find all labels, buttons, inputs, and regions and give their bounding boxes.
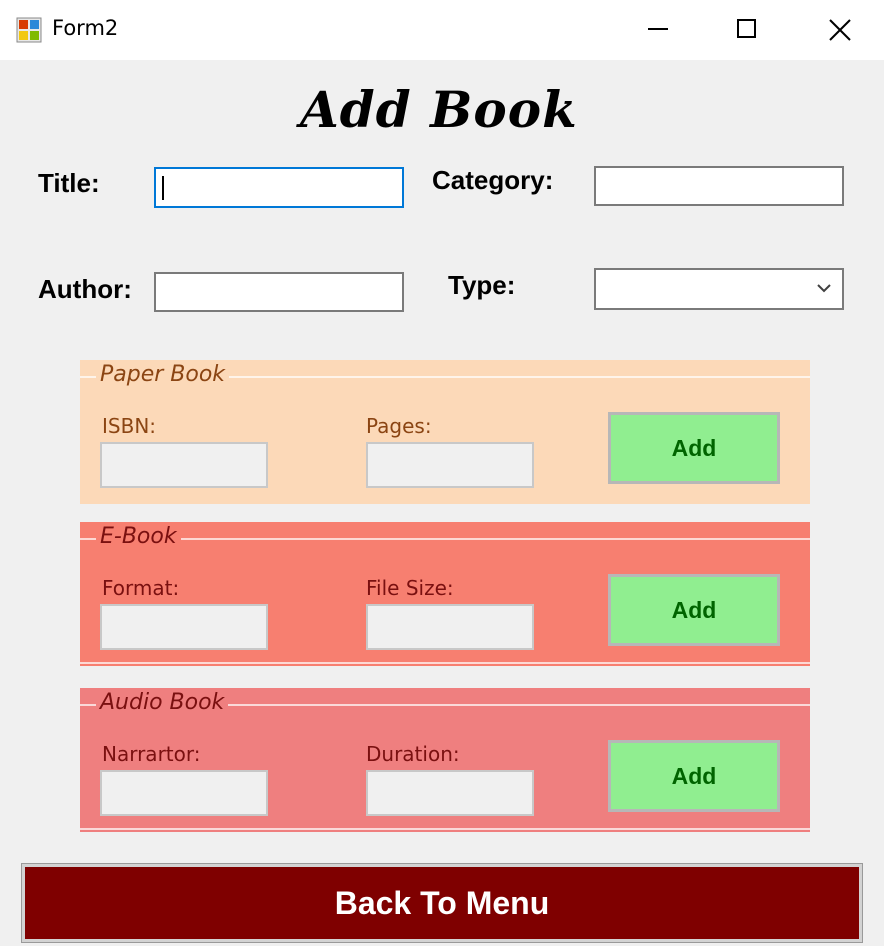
- group-border: [80, 662, 810, 664]
- author-input[interactable]: [154, 272, 404, 312]
- audio-book-legend: Audio Book: [96, 690, 229, 715]
- title-bar: Form2: [0, 0, 884, 60]
- narrator-input[interactable]: [100, 770, 268, 816]
- add-audio-book-button[interactable]: Add: [608, 740, 780, 812]
- close-button[interactable]: [794, 0, 884, 58]
- narrator-label: Narrartor:: [102, 742, 201, 766]
- paper-book-legend: Paper Book: [96, 362, 230, 387]
- chevron-down-icon: [817, 284, 831, 293]
- paper-book-group: Paper Book ISBN: Pages: Add: [80, 360, 810, 504]
- audio-book-group: Audio Book Narrartor: Duration: Add: [80, 688, 810, 832]
- title-input[interactable]: [154, 167, 404, 208]
- isbn-input[interactable]: [100, 442, 268, 488]
- pages-label: Pages:: [366, 414, 432, 438]
- page-title: Add Book: [300, 80, 578, 139]
- duration-input[interactable]: [366, 770, 534, 816]
- window-title: Form2: [52, 16, 119, 40]
- ebook-group: E-Book Format: File Size: Add: [80, 522, 810, 666]
- format-label: Format:: [102, 576, 180, 600]
- pages-input[interactable]: [366, 442, 534, 488]
- category-label: Category:: [432, 165, 554, 195]
- file-size-input[interactable]: [366, 604, 534, 650]
- duration-label: Duration:: [366, 742, 460, 766]
- type-dropdown[interactable]: [594, 268, 844, 310]
- maximize-button[interactable]: [701, 0, 791, 58]
- title-label: Title:: [38, 168, 100, 198]
- back-to-menu-button[interactable]: Back To Menu: [21, 863, 863, 943]
- file-size-label: File Size:: [366, 576, 454, 600]
- add-paper-book-button[interactable]: Add: [608, 412, 780, 484]
- group-border: [80, 828, 810, 830]
- add-ebook-button[interactable]: Add: [608, 574, 780, 646]
- minimize-icon: [648, 28, 668, 30]
- minimize-button[interactable]: [612, 0, 702, 58]
- type-label: Type:: [448, 270, 516, 300]
- isbn-label: ISBN:: [102, 414, 157, 438]
- format-input[interactable]: [100, 604, 268, 650]
- maximize-icon: [737, 19, 756, 38]
- author-label: Author:: [38, 274, 132, 304]
- group-border: [80, 538, 810, 540]
- close-icon: [829, 19, 851, 41]
- app-icon: [16, 17, 42, 43]
- category-input[interactable]: [594, 166, 844, 206]
- ebook-legend: E-Book: [96, 524, 181, 549]
- text-caret: [162, 176, 164, 200]
